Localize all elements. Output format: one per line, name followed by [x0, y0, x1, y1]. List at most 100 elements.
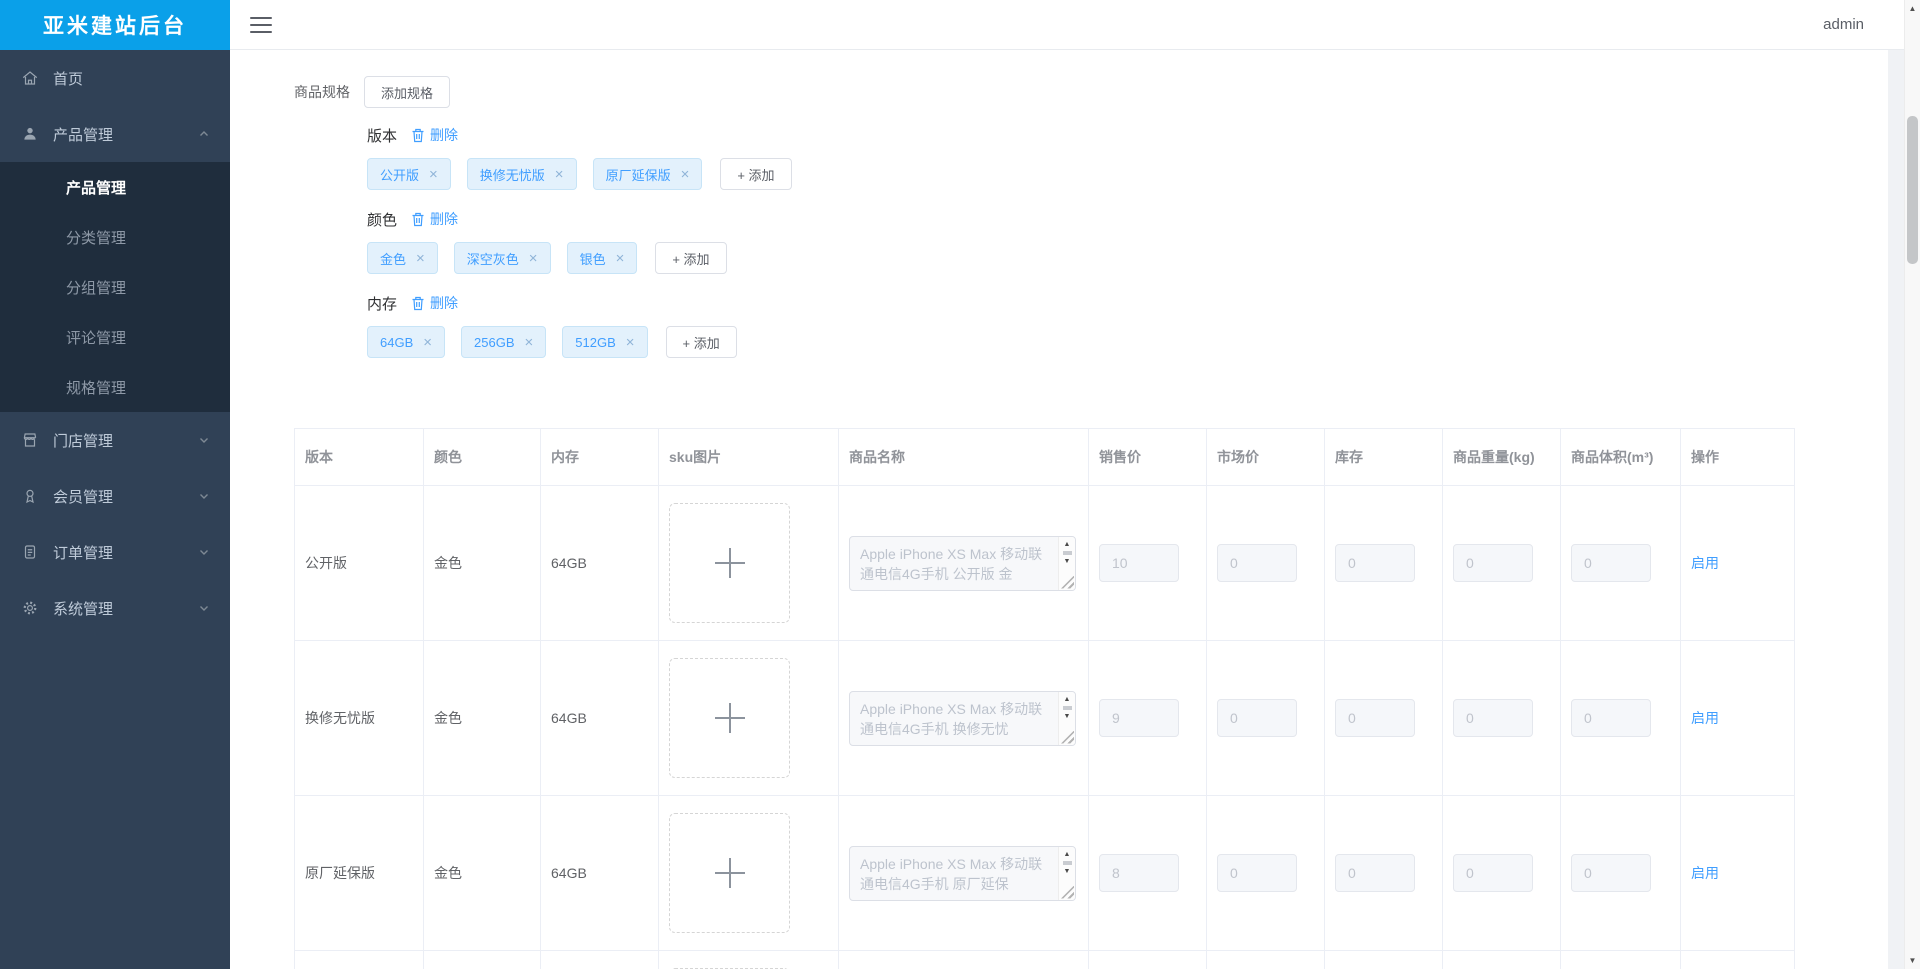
market-price-input[interactable] [1217, 699, 1297, 737]
close-icon[interactable]: × [529, 251, 538, 266]
table-row: 换修无忧版 金色 64GB Apple iPhone XS Max 移动联通电信… [294, 640, 1795, 796]
sidebar-item-label: 首页 [53, 70, 84, 88]
sidebar-item-store-management[interactable]: 门店管理 [0, 412, 230, 468]
submenu-item-label: 规格管理 [66, 379, 127, 397]
spec-tag: 公开版 × [367, 158, 451, 190]
user-name[interactable]: admin [1823, 16, 1864, 33]
enable-link[interactable]: 启用 [1691, 710, 1719, 726]
sku-image-upload[interactable] [669, 503, 790, 623]
product-name-placeholder: Apple iPhone XS Max 移动联通电信4G手机 公开版 金 [860, 545, 1043, 582]
sidebar-subitem-spec-management[interactable]: 规格管理 [0, 362, 230, 412]
scroll-down-icon[interactable]: ▼ [1064, 867, 1071, 876]
resize-grip-icon[interactable] [1061, 730, 1074, 744]
scroll-up-icon[interactable]: ▲ [1064, 850, 1071, 859]
scroll-up-icon[interactable]: ▲ [1064, 695, 1071, 704]
scroll-up-icon[interactable]: ▲ [1905, 4, 1920, 13]
market-price-input[interactable] [1217, 544, 1297, 582]
resize-grip-icon[interactable] [1061, 885, 1074, 899]
enable-link[interactable]: 启用 [1691, 865, 1719, 881]
close-icon[interactable]: × [423, 335, 432, 350]
tag-label: 256GB [474, 334, 515, 350]
sidebar-item-label: 会员管理 [53, 488, 114, 506]
spec-tag: 64GB × [367, 326, 446, 358]
sidebar-subitem-group-management[interactable]: 分组管理 [0, 262, 230, 312]
volume-input[interactable] [1571, 699, 1651, 737]
scroll-up-icon[interactable]: ▲ [1064, 540, 1071, 549]
sidebar-subitem-comment-management[interactable]: 评论管理 [0, 312, 230, 362]
product-name-placeholder: Apple iPhone XS Max 移动联通电信4G手机 原厂延保 [860, 855, 1043, 892]
add-tag-button[interactable]: + 添加 [720, 158, 792, 190]
spec-tag: 原厂延保版 × [592, 158, 703, 190]
sidebar-item-member-management[interactable]: 会员管理 [0, 468, 230, 524]
app-title: 亚米建站后台 [0, 0, 230, 50]
scroll-down-icon[interactable]: ▼ [1064, 557, 1071, 566]
sidebar-item-system-management[interactable]: 系统管理 [0, 580, 230, 636]
spec-group-name: 内存 [367, 295, 398, 313]
delete-spec-group-link[interactable]: 删除 [411, 209, 458, 229]
volume-input[interactable] [1571, 854, 1651, 892]
scrollbar-thumb[interactable] [1907, 116, 1918, 264]
chevron-up-icon [198, 128, 210, 140]
hamburger-menu-button[interactable] [250, 16, 272, 34]
close-icon[interactable]: × [616, 251, 625, 266]
col-header-action: 操作 [1680, 428, 1795, 486]
sidebar-subitem-category-management[interactable]: 分类管理 [0, 212, 230, 262]
stock-input[interactable] [1335, 854, 1415, 892]
sale-price-input[interactable] [1099, 699, 1179, 737]
add-spec-button[interactable]: 添加规格 [364, 76, 451, 108]
enable-link[interactable]: 启用 [1691, 555, 1719, 571]
tag-label: 原厂延保版 [605, 167, 671, 183]
sku-image-upload[interactable] [669, 813, 790, 933]
product-name-textarea[interactable]: Apple iPhone XS Max 移动联通电信4G手机 换修无忧 ▲ ▼ [849, 690, 1076, 746]
topbar: admin [230, 0, 1904, 50]
tag-label: 银色 [579, 251, 606, 267]
close-icon[interactable]: × [681, 167, 690, 182]
close-icon[interactable]: × [525, 335, 534, 350]
volume-input[interactable] [1571, 544, 1651, 582]
textarea-scrollbar[interactable]: ▲ ▼ [1058, 691, 1075, 745]
col-header-sku-image: sku图片 [658, 428, 839, 486]
weight-input[interactable] [1453, 544, 1533, 582]
stock-input[interactable] [1335, 699, 1415, 737]
scroll-down-icon[interactable]: ▼ [1064, 712, 1071, 721]
cell-version: 公开版 [294, 485, 424, 641]
submenu-item-label: 分组管理 [66, 279, 127, 297]
add-tag-button[interactable]: + 添加 [665, 326, 737, 358]
sale-price-input[interactable] [1099, 854, 1179, 892]
scroll-down-icon[interactable]: ▼ [1905, 956, 1920, 965]
main-area: admin 商品规格 添加规格 版本 删除 公开版 × 换修无忧版 × 原厂延保… [230, 0, 1904, 969]
product-name-textarea[interactable]: Apple iPhone XS Max 移动联通电信4G手机 公开版 金 ▲ ▼ [849, 535, 1076, 591]
scrollbar-thumb[interactable] [1062, 550, 1072, 555]
close-icon[interactable]: × [555, 167, 564, 182]
close-icon[interactable]: × [626, 335, 635, 350]
resize-grip-icon[interactable] [1061, 575, 1074, 589]
stock-input[interactable] [1335, 544, 1415, 582]
sidebar-subitem-product-management[interactable]: 产品管理 [0, 162, 230, 212]
weight-input[interactable] [1453, 854, 1533, 892]
cell-color: 金色 [423, 795, 541, 951]
scrollbar-thumb[interactable] [1062, 860, 1072, 865]
scrollbar-thumb[interactable] [1062, 705, 1072, 710]
weight-input[interactable] [1453, 699, 1533, 737]
app-window: 亚米建站后台 首页 产品管理 产品管理 分类管理 分组管理 评论管理 规格管理 … [0, 0, 1920, 969]
textarea-scrollbar[interactable]: ▲ ▼ [1058, 536, 1075, 590]
delete-spec-group-link[interactable]: 删除 [411, 293, 458, 313]
cell-memory: 64GB [540, 640, 659, 796]
add-tag-button[interactable]: + 添加 [655, 242, 727, 274]
close-icon[interactable]: × [429, 167, 438, 182]
delete-spec-group-link[interactable]: 删除 [411, 125, 458, 145]
delete-label: 删除 [430, 127, 459, 143]
product-name-textarea[interactable]: Apple iPhone XS Max 移动联通电信4G手机 原厂延保 ▲ ▼ [849, 845, 1076, 901]
close-icon[interactable]: × [416, 251, 425, 266]
sidebar-item-order-management[interactable]: 订单管理 [0, 524, 230, 580]
sku-image-upload[interactable] [669, 658, 790, 778]
sidebar-item-product-management[interactable]: 产品管理 [0, 106, 230, 162]
page-scrollbar[interactable]: ▲ ▼ [1904, 0, 1920, 969]
market-price-input[interactable] [1217, 854, 1297, 892]
spec-tag: 256GB × [461, 326, 547, 358]
sidebar-item-home[interactable]: 首页 [0, 50, 230, 106]
textarea-scrollbar[interactable]: ▲ ▼ [1058, 846, 1075, 900]
tag-label: 换修无忧版 [479, 167, 545, 183]
spec-groups: 版本 删除 公开版 × 换修无忧版 × 原厂延保版 × + 添加 颜色 删除 金… [367, 125, 1888, 358]
sale-price-input[interactable] [1099, 544, 1179, 582]
